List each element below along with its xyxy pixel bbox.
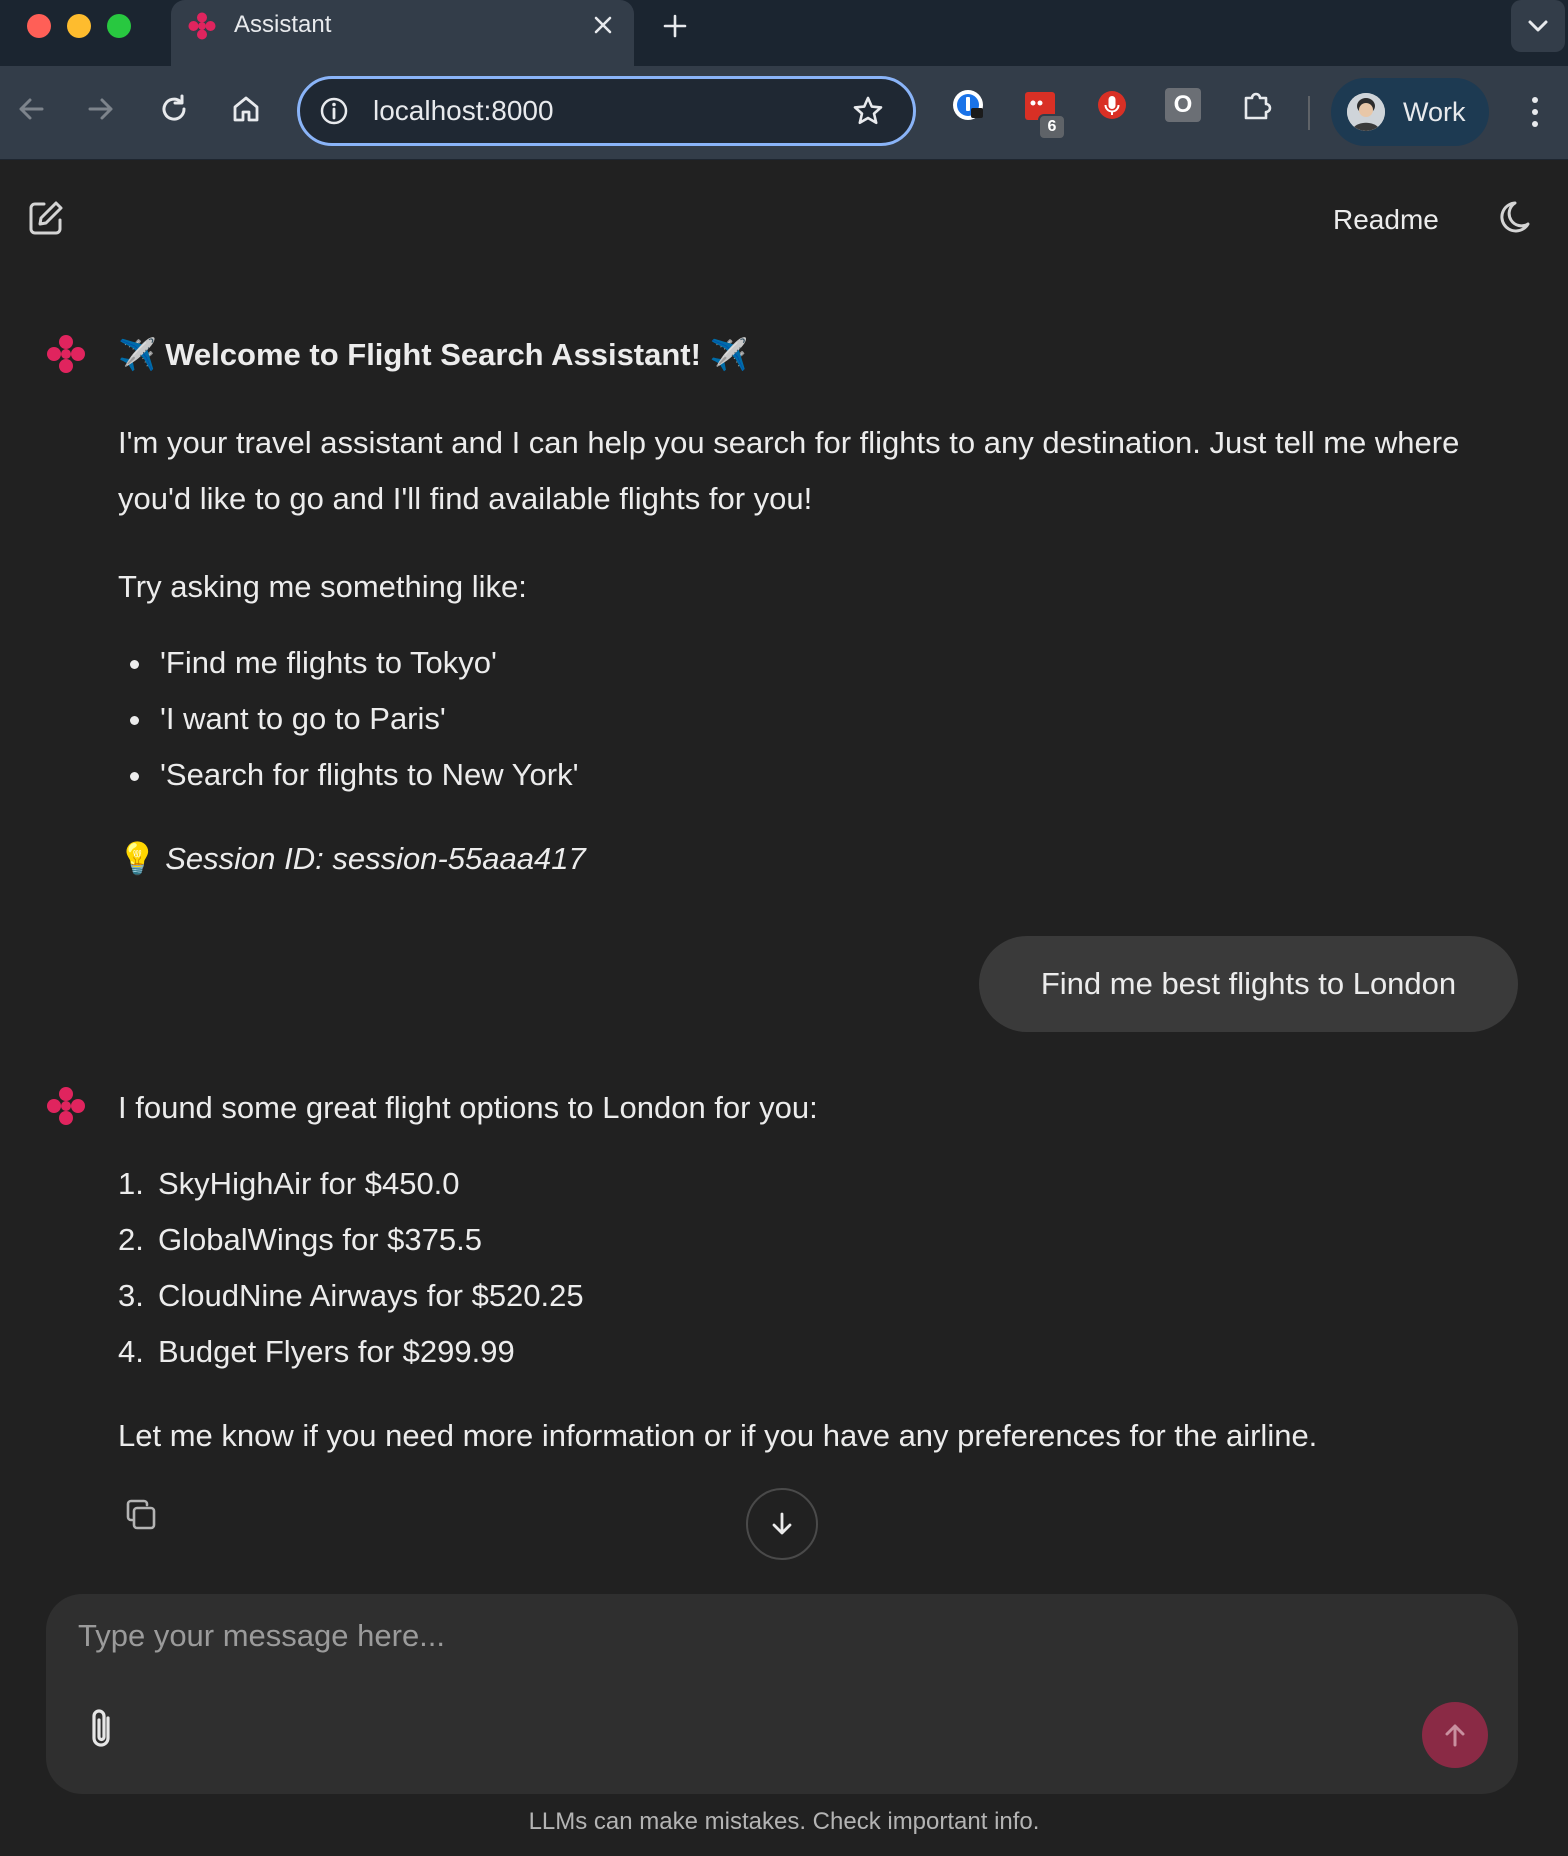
list-number: 1. <box>118 1166 144 1201</box>
list-item: 4. Budget Flyers for $299.99 <box>118 1324 1538 1380</box>
bookmark-star-icon[interactable] <box>851 94 885 128</box>
message-input[interactable] <box>78 1610 1478 1662</box>
tab-search-button[interactable] <box>1511 0 1565 52</box>
app-logo-icon <box>188 12 216 40</box>
arrow-down-icon <box>772 1512 792 1535</box>
reload-icon <box>162 94 186 121</box>
list-item: 'I want to go to Paris' <box>118 691 1538 747</box>
chevron-down-icon <box>1528 20 1548 32</box>
welcome-intro: I'm your travel assistant and I can help… <box>118 425 1460 516</box>
list-item: 2. GlobalWings for $375.5 <box>118 1212 1538 1268</box>
toolbar-separator <box>1308 96 1310 130</box>
browser-tab-assistant[interactable]: Assistant <box>171 0 634 66</box>
close-tab-icon[interactable] <box>590 12 616 38</box>
airplane-emoji: ✈️ <box>118 337 157 372</box>
airplane-emoji: ✈️ <box>709 337 749 372</box>
arrow-left-icon <box>19 98 44 120</box>
list-item: 'Search for flights to New York' <box>118 747 1538 803</box>
reply-outro: Let me know if you need more information… <box>118 1418 1318 1453</box>
flight-option: GlobalWings for $375.5 <box>158 1222 482 1257</box>
profile-button[interactable]: Work <box>1331 78 1489 146</box>
site-info-icon[interactable] <box>318 95 350 127</box>
app-header: Readme <box>0 160 1568 280</box>
reload-button[interactable] <box>155 90 193 128</box>
assistant-welcome-message: ✈️ Welcome to Flight Search Assistant! ✈… <box>118 327 1538 887</box>
welcome-title-text: Welcome to Flight Search Assistant! <box>165 337 701 372</box>
microphone-extension-icon[interactable] <box>1093 86 1131 124</box>
flight-option: SkyHighAir for $450.0 <box>158 1166 460 1201</box>
reply-intro: I found some great flight options to Lon… <box>118 1090 818 1125</box>
window-minimize-button[interactable] <box>67 14 91 38</box>
forward-button[interactable] <box>82 90 120 128</box>
welcome-title: ✈️ Welcome to Flight Search Assistant! ✈… <box>118 327 1538 383</box>
flight-option: CloudNine Airways for $520.25 <box>158 1278 584 1313</box>
o-extension-icon[interactable]: O <box>1165 88 1201 122</box>
send-button[interactable] <box>1422 1702 1488 1768</box>
user-message-bubble: Find me best flights to London <box>979 936 1518 1032</box>
home-button[interactable] <box>227 90 265 128</box>
session-id-text: Session ID: session-55aaa417 <box>165 841 586 876</box>
back-button[interactable] <box>12 90 50 128</box>
assistant-avatar-icon <box>47 335 85 373</box>
arrow-right-icon <box>88 98 113 120</box>
try-label: Try asking me something like: <box>118 569 527 604</box>
session-line: 💡 Session ID: session-55aaa417 <box>118 831 1538 887</box>
list-number: 2. <box>118 1222 144 1257</box>
assistant-avatar-icon <box>47 1087 85 1125</box>
browser-tab-bar: Assistant <box>0 0 1568 66</box>
flight-option: Budget Flyers for $299.99 <box>158 1334 515 1369</box>
extension-badge: 6 <box>1038 114 1066 140</box>
puzzle-extensions-icon[interactable] <box>1238 86 1276 124</box>
browser-toolbar: localhost:8000 6 O Work <box>0 66 1568 160</box>
list-number: 4. <box>118 1334 144 1369</box>
browser-menu-icon[interactable] <box>1520 90 1550 134</box>
disclaimer-text: LLMs can make mistakes. Check important … <box>528 1808 1040 1835</box>
readme-link[interactable]: Readme <box>1333 204 1439 236</box>
url-text[interactable]: localhost:8000 <box>373 95 554 127</box>
paperclip-icon[interactable] <box>82 1706 122 1754</box>
window-close-button[interactable] <box>27 14 51 38</box>
assistant-reply-message: I found some great flight options to Lon… <box>118 1080 1538 1464</box>
list-item: 3. CloudNine Airways for $520.25 <box>118 1268 1538 1324</box>
moon-icon[interactable] <box>1498 198 1538 238</box>
example-list: 'Find me flights to Tokyo' 'I want to go… <box>118 635 1538 803</box>
copy-icon[interactable] <box>124 1498 158 1532</box>
home-icon <box>233 96 259 122</box>
list-number: 3. <box>118 1278 144 1313</box>
list-item: 1. SkyHighAir for $450.0 <box>118 1156 1538 1212</box>
message-composer <box>46 1594 1518 1794</box>
window-maximize-button[interactable] <box>107 14 131 38</box>
new-tab-icon[interactable] <box>660 11 690 41</box>
arrow-up-icon <box>1445 1724 1465 1747</box>
password-manager-extension-icon[interactable] <box>949 86 987 124</box>
profile-avatar <box>1347 93 1385 131</box>
user-message-text: Find me best flights to London <box>1040 966 1457 1001</box>
lightbulb-emoji: 💡 <box>118 841 157 876</box>
flight-list: 1. SkyHighAir for $450.0 2. GlobalWings fo… <box>118 1156 1538 1380</box>
list-item: 'Find me flights to Tokyo' <box>118 635 1538 691</box>
new-chat-edit-icon[interactable] <box>26 198 66 238</box>
profile-name: Work <box>1403 97 1466 127</box>
tab-title: Assistant <box>234 11 332 38</box>
person-avatar-icon <box>1347 93 1385 131</box>
scroll-to-bottom-button[interactable] <box>746 1488 818 1560</box>
address-bar[interactable]: localhost:8000 <box>297 76 916 146</box>
